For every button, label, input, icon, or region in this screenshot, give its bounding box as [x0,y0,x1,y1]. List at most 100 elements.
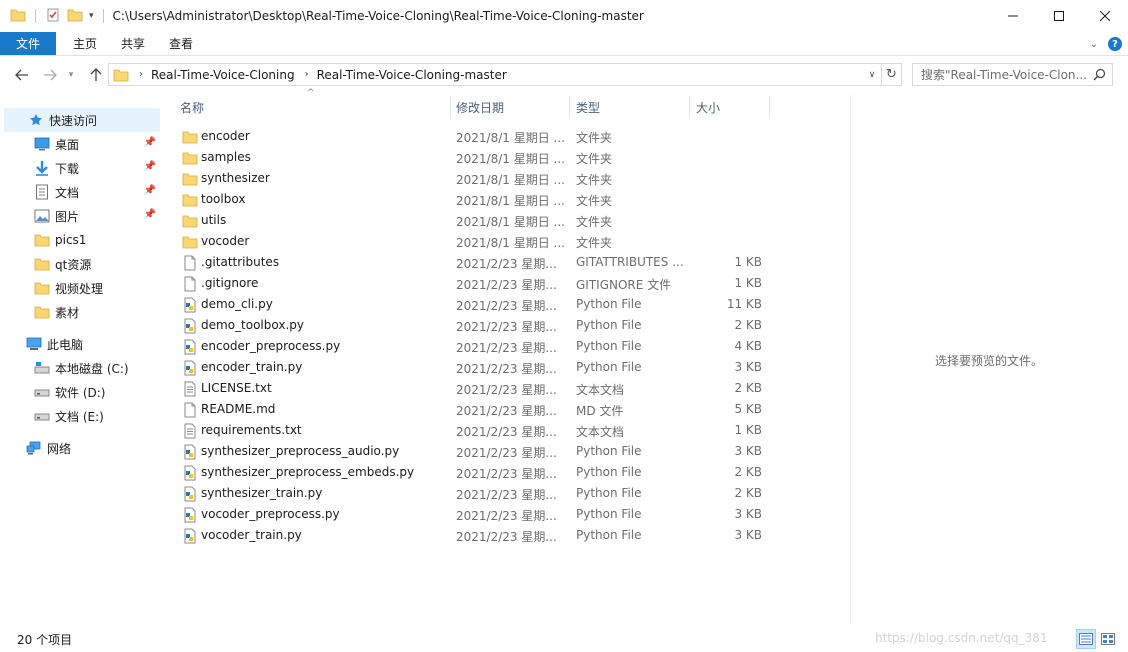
file-row[interactable]: encoder_preprocess.py 2021/2/23 星期... Pyth… [176,336,776,357]
download-icon [34,160,50,176]
file-type: 文件夹 [576,131,613,145]
forward-button[interactable] [41,66,59,84]
file-name: LICENSE.txt [201,381,272,395]
folder-icon [10,7,26,26]
file-row[interactable]: encoder_train.py 2021/2/23 星期... Python Fi… [176,357,776,378]
tab-file[interactable]: 文件 [0,32,56,55]
sidebar-item-network[interactable]: 网络 [4,436,160,460]
file-row[interactable]: vocoder 2021/8/1 星期日 ... 文件夹 [176,231,776,252]
nav-quick-access[interactable]: 快速访问 [4,108,160,132]
breadcrumb-item[interactable]: Real-Time-Voice-Cloning-master [317,68,507,82]
tab-view[interactable]: 查看 [157,32,205,55]
file-size: 1 KB [734,276,762,290]
search-icon [1093,68,1106,84]
sidebar-item-drive-c[interactable]: 本地磁盘 (C:) [4,356,160,380]
column-header-type[interactable]: 类型 [576,94,688,120]
preview-pane-divider[interactable] [850,94,851,624]
column-divider[interactable] [450,96,451,118]
pin-icon[interactable]: 📌 [144,161,156,172]
properties-icon[interactable] [45,7,61,26]
pin-icon[interactable]: 📌 [144,185,156,196]
file-date: 2021/2/23 星期... [456,488,557,502]
file-row[interactable]: LICENSE.txt 2021/2/23 星期... 文本文档 2 KB [176,378,776,399]
file-row[interactable]: synthesizer_train.py 2021/2/23 星期... Pytho… [176,483,776,504]
file-size: 3 KB [734,444,762,458]
customize-toolbar-icon[interactable]: ▾ [89,11,94,21]
file-row[interactable]: vocoder_train.py 2021/2/23 星期... Python Fi… [176,525,776,546]
file-date: 2021/2/23 星期... [456,383,557,397]
chevron-right-icon[interactable]: › [139,69,143,80]
file-name: vocoder_train.py [201,528,302,542]
sidebar-item-drive-e[interactable]: 文档 (E:) [4,404,160,428]
up-button[interactable] [87,66,105,84]
column-divider[interactable] [569,96,570,118]
maximize-button[interactable] [1036,0,1082,32]
sidebar-item-qt-resources[interactable]: qt资源 [4,252,160,276]
file-row[interactable]: README.md 2021/2/23 星期... MD 文件 5 KB [176,399,776,420]
python-file-icon [182,297,198,313]
column-divider[interactable] [689,96,690,118]
folder-icon [182,213,198,229]
file-row[interactable]: .gitattributes 2021/2/23 星期... GITATTRIBUT… [176,252,776,273]
column-header-name[interactable]: 名称 [180,94,450,120]
recent-locations-button[interactable]: ▾ [62,66,80,84]
sidebar-item-pictures[interactable]: 图片 📌 [4,204,160,228]
search-input[interactable]: 搜索"Real-Time-Voice-Clon... [912,63,1113,86]
new-folder-icon[interactable] [67,7,83,26]
file-row[interactable]: requirements.txt 2021/2/23 星期... 文本文档 1 KB [176,420,776,441]
file-type: GITIGNORE 文件 [576,278,672,292]
large-icons-view-button[interactable] [1098,629,1118,649]
column-header-size[interactable]: 大小 [696,94,768,120]
address-row: ▾ › Real-Time-Voice-Cloning › Real-Time-… [0,56,1128,94]
sidebar-item-documents[interactable]: 文档 📌 [4,180,160,204]
file-row[interactable]: .gitignore 2021/2/23 星期... GITIGNORE 文件 1 K… [176,273,776,294]
file-row[interactable]: demo_cli.py 2021/2/23 星期... Python File 11 … [176,294,776,315]
sidebar-item-downloads[interactable]: 下载 📌 [4,156,160,180]
address-history-dropdown[interactable]: ∨ [863,64,881,85]
sidebar-item-video-processing[interactable]: 视频处理 [4,276,160,300]
pin-icon[interactable]: 📌 [144,137,156,148]
nav-label: 桌面 [55,137,80,152]
file-row[interactable]: synthesizer_preprocess_embeds.py 2021/2/2… [176,462,776,483]
file-row[interactable]: encoder 2021/8/1 星期日 ... 文件夹 [176,126,776,147]
close-button[interactable] [1082,0,1128,32]
sidebar-item-drive-d[interactable]: 软件 (D:) [4,380,160,404]
sidebar-item-materials[interactable]: 素材 [4,300,160,324]
nav-label: 网络 [47,441,72,456]
address-bar[interactable]: › Real-Time-Voice-Cloning › Real-Time-Vo… [108,63,882,86]
chevron-right-icon[interactable]: › [305,69,309,80]
expand-ribbon-icon[interactable]: ⌄ [1090,39,1098,50]
help-icon[interactable]: ? [1108,37,1122,51]
file-row[interactable]: demo_toolbox.py 2021/2/23 星期... Python Fil… [176,315,776,336]
minimize-button[interactable] [990,0,1036,32]
breadcrumb-item[interactable]: Real-Time-Voice-Cloning [151,68,295,82]
file-row[interactable]: samples 2021/8/1 星期日 ... 文件夹 [176,147,776,168]
python-file-icon [182,465,198,481]
folder-icon [182,234,198,250]
computer-icon [26,336,42,352]
file-row[interactable]: utils 2021/8/1 星期日 ... 文件夹 [176,210,776,231]
file-row[interactable]: synthesizer 2021/8/1 星期日 ... 文件夹 [176,168,776,189]
file-date: 2021/2/23 星期... [456,404,557,418]
file-row[interactable]: vocoder_preprocess.py 2021/2/23 星期... Pyth… [176,504,776,525]
toolbar-divider [35,9,36,23]
pin-icon[interactable]: 📌 [144,209,156,220]
file-date: 2021/2/23 星期... [456,320,557,334]
column-header-date[interactable]: 修改日期 [456,94,568,120]
tab-share[interactable]: 共享 [109,32,157,55]
title-bar: ▾ C:\Users\Administrator\Desktop\Real-Ti… [0,0,1128,32]
file-date: 2021/2/23 星期... [456,257,557,271]
tab-home[interactable]: 主页 [56,32,109,55]
sidebar-item-pics1[interactable]: pics1 [4,228,160,252]
sidebar-item-desktop[interactable]: 桌面 📌 [4,132,160,156]
file-row[interactable]: toolbox 2021/8/1 星期日 ... 文件夹 [176,189,776,210]
sidebar-item-this-pc[interactable]: 此电脑 [4,332,160,356]
file-row[interactable]: synthesizer_preprocess_audio.py 2021/2/23… [176,441,776,462]
file-date: 2021/2/23 星期... [456,509,557,523]
back-button[interactable] [13,66,31,84]
details-view-button[interactable] [1076,629,1096,649]
column-divider[interactable] [769,96,770,118]
folder-icon [34,304,50,320]
refresh-button[interactable]: ↻ [882,63,902,86]
nav-label: 本地磁盘 (C:) [55,361,129,376]
